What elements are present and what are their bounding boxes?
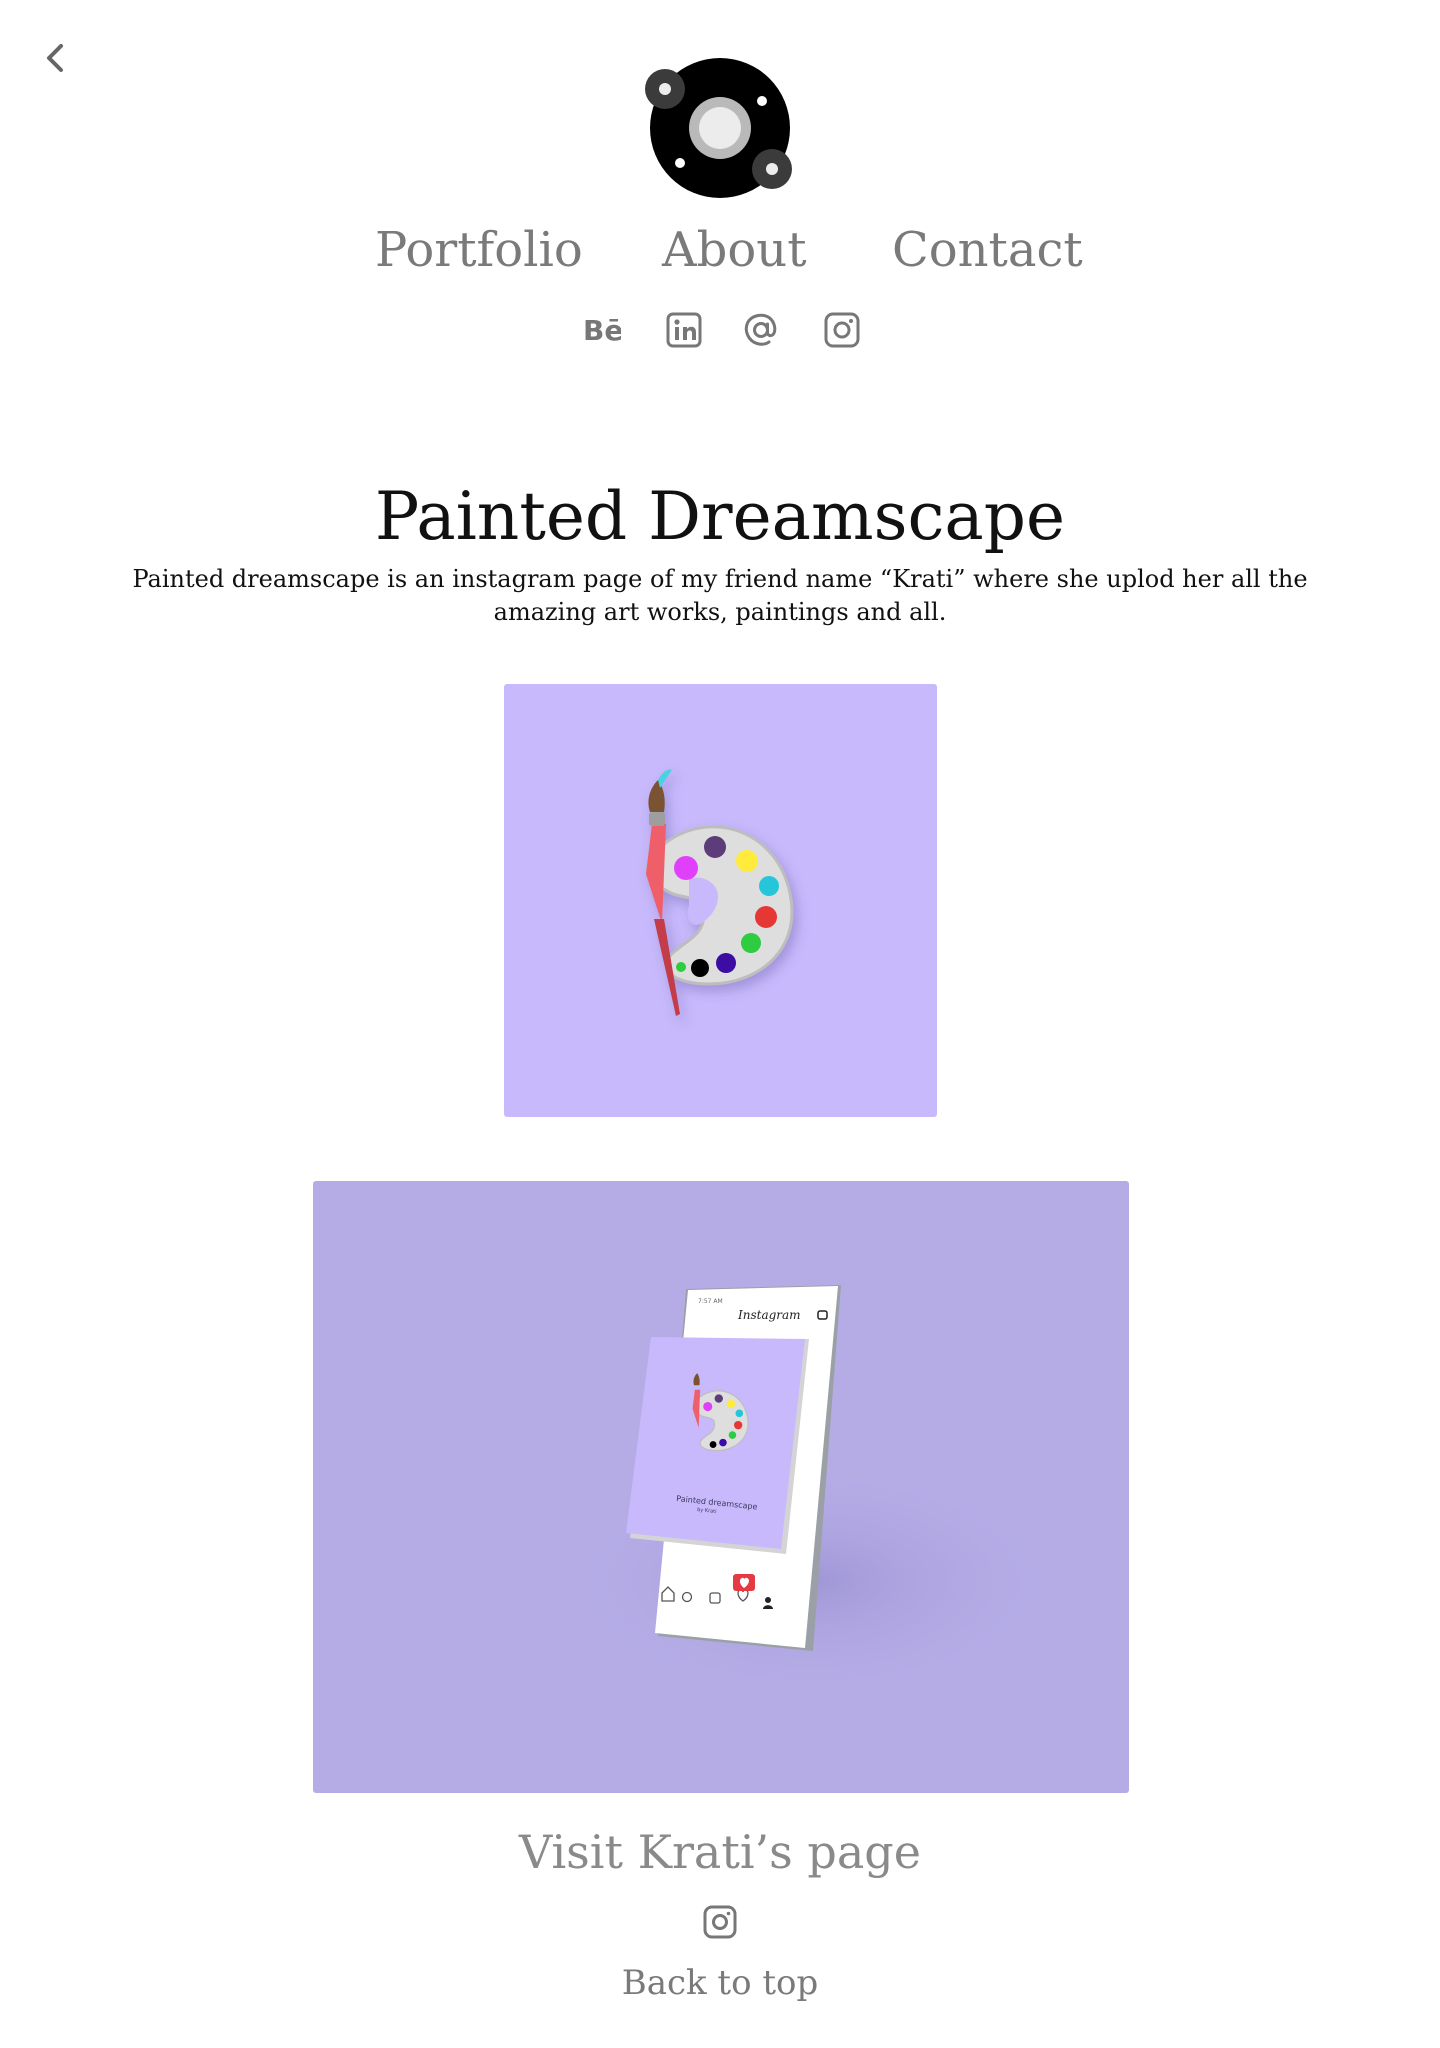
main-nav: Portfolio About Contact (0, 222, 1440, 292)
linkedin-icon[interactable] (664, 310, 704, 350)
nav-contact-link[interactable]: Contact (892, 222, 1083, 278)
visit-krati-link[interactable]: Visit Krati’s page (0, 1825, 1440, 1879)
mockup-time: 7:57 AM (698, 1298, 723, 1305)
project-description: Painted dreamscape is an instagram page … (132, 565, 1308, 626)
instagram-icon[interactable] (822, 310, 862, 350)
site-logo[interactable] (640, 58, 800, 208)
behance-icon[interactable]: Bē (581, 310, 621, 350)
instagram-icon[interactable] (702, 1904, 738, 1940)
back-to-top-link[interactable]: Back to top (0, 1963, 1440, 2003)
chevron-left-icon[interactable] (38, 40, 74, 76)
mockup-app-name: Instagram (737, 1308, 801, 1322)
nav-about-link[interactable]: About (662, 222, 807, 278)
instagram-mockup-image: 7:57 AM Instagram Painted dreamscape by … (313, 1181, 1129, 1793)
palette-icon (646, 769, 794, 1016)
svg-text:Bē: Bē (583, 314, 621, 347)
nav-portfolio-link[interactable]: Portfolio (375, 222, 583, 278)
palette-logo-image (504, 684, 937, 1117)
email-at-icon[interactable] (741, 310, 781, 350)
project-title: Painted Dreamscape (374, 478, 1066, 555)
phone-mockup: 7:57 AM Instagram Painted dreamscape by … (563, 1285, 1063, 1701)
social-links: Bē (0, 310, 1440, 350)
project-page: Portfolio About Contact Bē Painted Dream… (0, 0, 1440, 2048)
